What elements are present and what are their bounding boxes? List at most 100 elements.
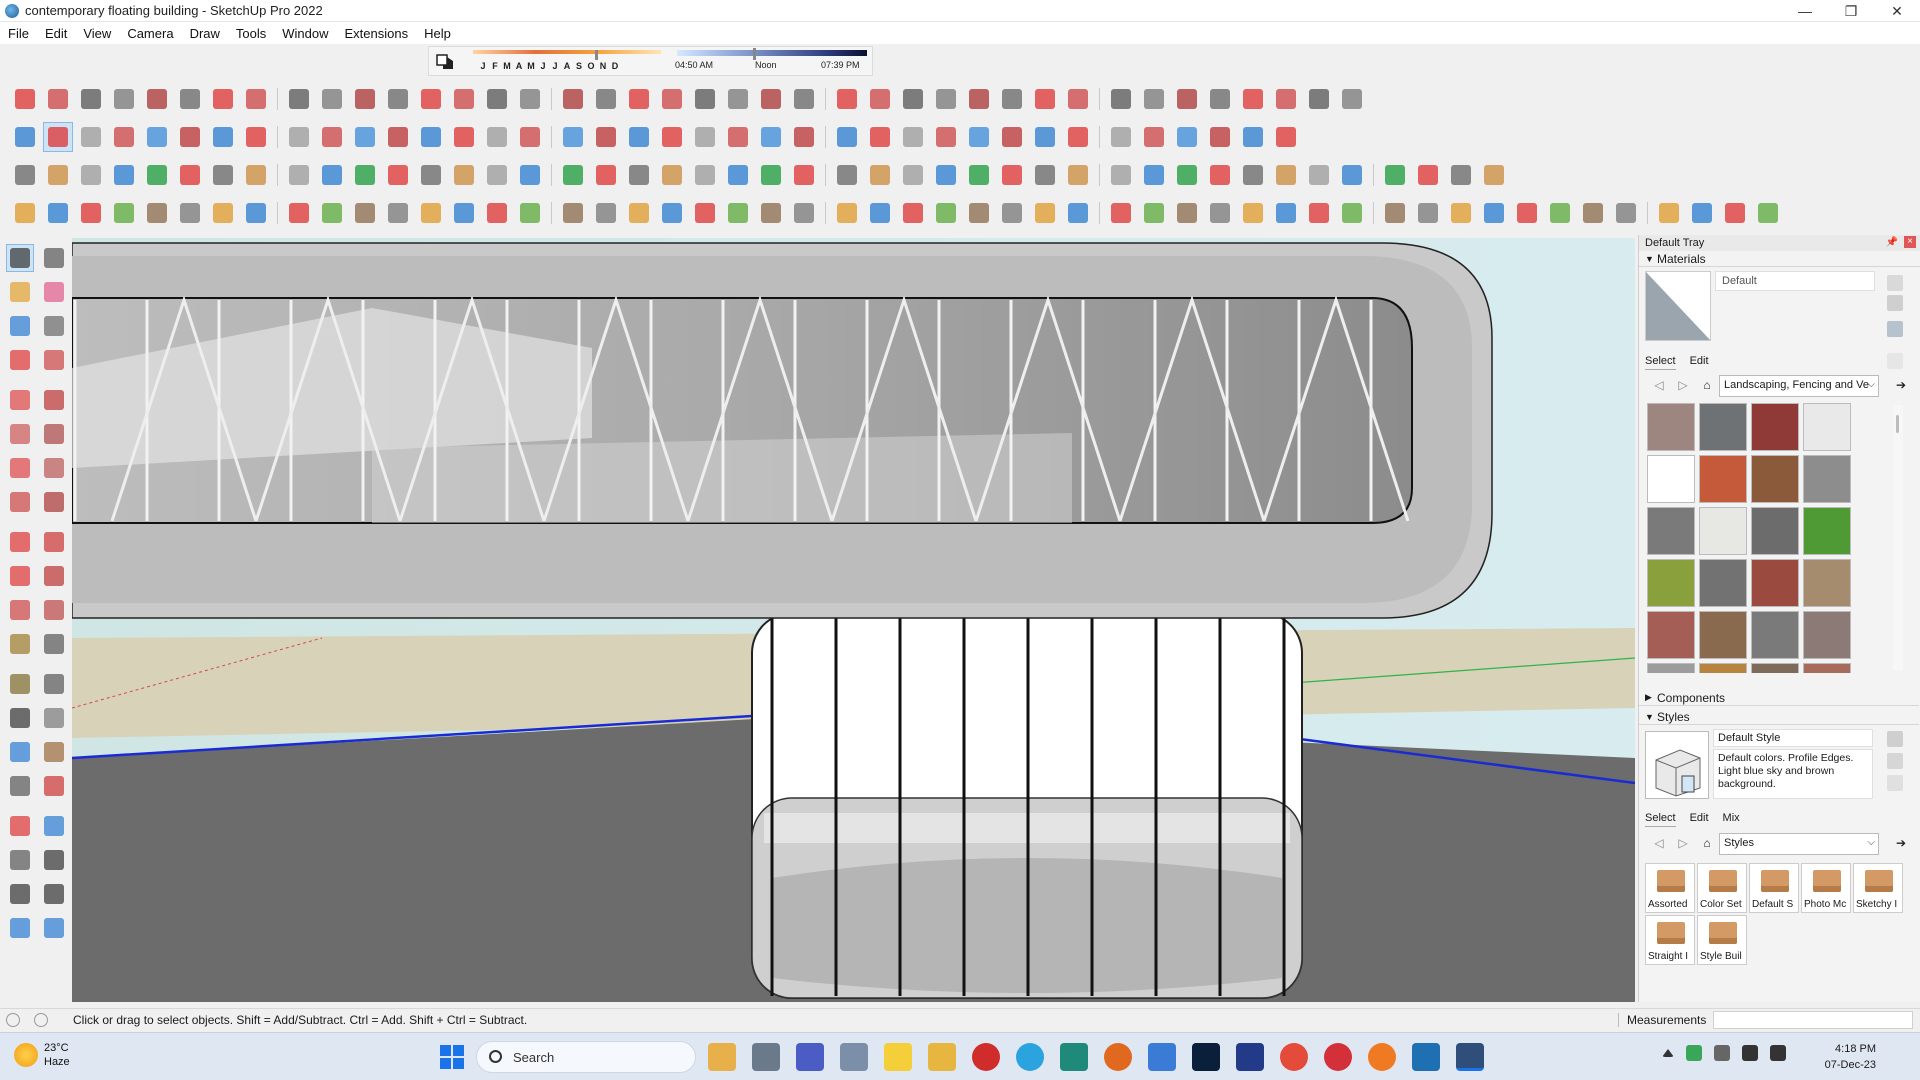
eraser-icon[interactable] xyxy=(10,198,40,228)
zoom-extents-icon[interactable] xyxy=(1172,160,1202,190)
select-tool-icon[interactable] xyxy=(515,122,545,152)
styles-tab-edit[interactable]: Edit xyxy=(1690,812,1709,827)
volume-icon[interactable] xyxy=(1770,1045,1786,1061)
warehouse-icon[interactable] xyxy=(1446,160,1476,190)
sandbox-icon[interactable] xyxy=(1139,198,1169,228)
scale-tool-icon[interactable] xyxy=(241,84,271,114)
view-icon[interactable] xyxy=(284,198,314,228)
scale-tool-icon[interactable] xyxy=(558,198,588,228)
chevron-up-icon[interactable] xyxy=(1662,1049,1674,1057)
style-icon[interactable] xyxy=(1271,198,1301,228)
orbit-icon[interactable] xyxy=(515,84,545,114)
style-collection-item[interactable]: Photo Mc xyxy=(1801,863,1851,913)
rotate-tool-icon[interactable] xyxy=(515,198,545,228)
material-swatch[interactable] xyxy=(1699,403,1747,451)
orbit-icon[interactable] xyxy=(284,122,314,152)
axes-tool-icon[interactable] xyxy=(241,122,271,152)
scale-tool-icon[interactable] xyxy=(10,122,40,152)
section-plane-icon[interactable] xyxy=(657,84,687,114)
sandbox-icon[interactable] xyxy=(1380,160,1410,190)
create-style-icon[interactable] xyxy=(1887,731,1903,747)
arc-tool-icon[interactable] xyxy=(43,84,73,114)
pan-icon[interactable] xyxy=(40,738,68,766)
solid-tools-icon[interactable] xyxy=(383,160,413,190)
push-pull-icon[interactable] xyxy=(40,528,68,556)
axes-tool-icon[interactable] xyxy=(6,704,34,732)
protractor-icon[interactable] xyxy=(6,670,34,698)
materials-scrollbar[interactable] xyxy=(1893,405,1903,670)
app-icon[interactable] xyxy=(1236,1043,1264,1071)
clock[interactable]: 4:18 PM 07-Dec-23 xyxy=(1816,1041,1876,1073)
material-swatch[interactable] xyxy=(1803,559,1851,607)
materials-library-dropdown[interactable]: Landscaping, Fencing and Ve ⌵ xyxy=(1719,375,1879,397)
axes-tool-icon[interactable] xyxy=(10,160,40,190)
eraser-icon[interactable] xyxy=(40,278,68,306)
tape-measure-icon[interactable] xyxy=(40,312,68,340)
orbit-icon[interactable] xyxy=(832,198,862,228)
time-slider-thumb[interactable] xyxy=(753,48,756,60)
push-pull-icon[interactable] xyxy=(624,198,654,228)
zoom-extents-icon[interactable] xyxy=(142,160,172,190)
component-icon[interactable] xyxy=(789,84,819,114)
rotate-tool-icon[interactable] xyxy=(6,562,34,590)
zoom-icon[interactable] xyxy=(591,84,621,114)
polygon-tool-icon[interactable] xyxy=(1479,198,1509,228)
rotate-tool-icon[interactable] xyxy=(1238,84,1268,114)
text-tool-icon[interactable] xyxy=(756,198,786,228)
app-icon[interactable] xyxy=(1104,1043,1132,1071)
section-display-icon[interactable] xyxy=(6,914,34,942)
select-tool-icon[interactable] xyxy=(43,198,73,228)
material-swatch[interactable] xyxy=(1699,455,1747,503)
material-swatch[interactable] xyxy=(1803,455,1851,503)
paint-bucket-icon[interactable] xyxy=(6,278,34,306)
push-pull-icon[interactable] xyxy=(1106,122,1136,152)
menu-camera[interactable]: Camera xyxy=(119,26,181,41)
model-viewport[interactable] xyxy=(72,238,1635,1002)
warehouse-icon[interactable] xyxy=(898,84,928,114)
pie-tool-icon[interactable] xyxy=(40,454,68,482)
push-pull-icon[interactable] xyxy=(865,160,895,190)
section-fill-icon[interactable] xyxy=(40,914,68,942)
material-swatch[interactable] xyxy=(1647,611,1695,659)
section-plane-icon[interactable] xyxy=(1205,160,1235,190)
materials-tab-select[interactable]: Select xyxy=(1645,355,1676,370)
look-around-icon[interactable] xyxy=(40,846,68,874)
solid-tools-icon[interactable] xyxy=(142,198,172,228)
rotate-tool-icon[interactable] xyxy=(997,122,1027,152)
view-icon[interactable] xyxy=(515,160,545,190)
zoom-extents-icon[interactable] xyxy=(931,198,961,228)
styles-library-dropdown[interactable]: Styles ⌵ xyxy=(1719,833,1879,855)
polygon-tool-icon[interactable] xyxy=(690,160,720,190)
line-tool-icon[interactable] xyxy=(6,346,34,374)
component-icon[interactable] xyxy=(76,198,106,228)
tape-measure-icon[interactable] xyxy=(931,160,961,190)
material-swatch[interactable] xyxy=(1803,403,1851,451)
rotate-tool-icon[interactable] xyxy=(208,84,238,114)
line-tool-icon[interactable] xyxy=(789,122,819,152)
tray-close-icon[interactable]: × xyxy=(1904,236,1916,248)
material-swatch[interactable] xyxy=(1647,403,1695,451)
solid-tools-icon[interactable] xyxy=(624,122,654,152)
style-collection-item[interactable]: Default S xyxy=(1749,863,1799,913)
polygon-tool-icon[interactable] xyxy=(142,84,172,114)
style-icon[interactable] xyxy=(964,84,994,114)
protractor-icon[interactable] xyxy=(1205,122,1235,152)
components-panel-header[interactable]: ▶ Components xyxy=(1639,690,1919,706)
offset-tool-icon[interactable] xyxy=(43,122,73,152)
styles-panel-header[interactable]: ▼ Styles xyxy=(1639,709,1919,725)
details-arrow-icon[interactable]: ➔ xyxy=(1893,836,1909,852)
polygon-tool-icon[interactable] xyxy=(931,122,961,152)
extension-icon[interactable] xyxy=(449,160,479,190)
app-icon[interactable] xyxy=(1148,1043,1176,1071)
offset-tool-icon[interactable] xyxy=(1304,84,1334,114)
extension-icon[interactable] xyxy=(1479,160,1509,190)
menu-view[interactable]: View xyxy=(75,26,119,41)
offset-tool-icon[interactable] xyxy=(591,198,621,228)
circle-tool-icon[interactable] xyxy=(657,160,687,190)
component-icon[interactable] xyxy=(1337,160,1367,190)
protractor-icon[interactable] xyxy=(175,122,205,152)
material-swatch[interactable] xyxy=(1699,663,1747,673)
move-tool-icon[interactable] xyxy=(1512,198,1542,228)
menu-draw[interactable]: Draw xyxy=(182,26,228,41)
offset-tool-icon[interactable] xyxy=(832,160,862,190)
